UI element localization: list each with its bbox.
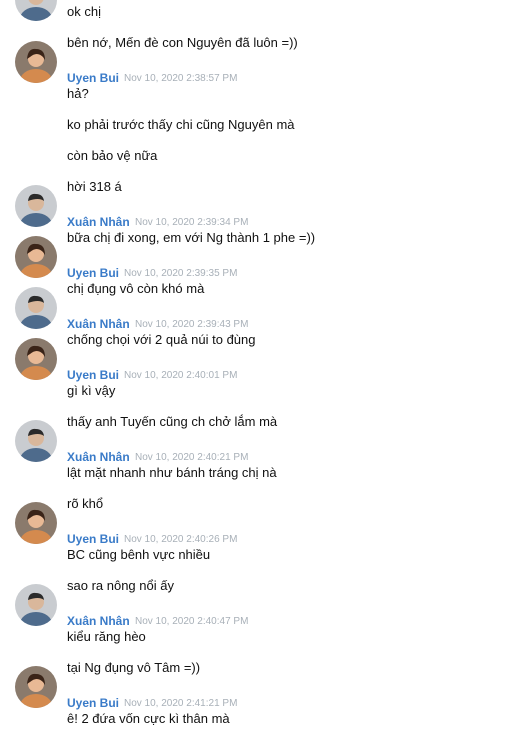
message-timestamp: Nov 10, 2020 2:41:21 PM (124, 698, 238, 709)
message-timestamp: Nov 10, 2020 2:38:57 PM (124, 73, 238, 84)
message-text: tại Ng đụng vô Tâm =)) (67, 660, 201, 675)
message-text: kiểu răng hèo (67, 629, 146, 644)
message-text: bên nớ, Mến đè con Nguyên đã luôn =)) (67, 35, 298, 50)
chat-log: ok chị bên nớ, Mến đè con Nguyên đã luôn … (0, 0, 525, 736)
user-avatar-uyen-icon[interactable] (15, 338, 57, 380)
user-avatar-nhan-icon[interactable] (15, 420, 57, 462)
sender-name[interactable]: Xuân Nhân (67, 215, 130, 229)
user-avatar-uyen-icon[interactable] (15, 236, 57, 278)
message-text: BC cũng bênh vực nhiều (67, 547, 211, 562)
sender-name[interactable]: Xuân Nhân (67, 450, 130, 464)
message-text: hời 318 á (67, 179, 122, 194)
message-text: ê! 2 đứa vốn cực kì thân mà (67, 711, 230, 726)
user-avatar-uyen-icon[interactable] (15, 41, 57, 83)
user-avatar-nhan-icon[interactable] (15, 0, 57, 21)
message-text: rõ khổ (67, 496, 104, 511)
message-text: ko phải trước thấy chi cũng Nguyên mà (67, 117, 295, 132)
message-text: ok chị (67, 4, 101, 19)
message-timestamp: Nov 10, 2020 2:40:21 PM (135, 452, 249, 463)
message-text: gì kì vậy (67, 383, 116, 398)
user-avatar-nhan-icon[interactable] (15, 287, 57, 329)
message-timestamp: Nov 10, 2020 2:39:34 PM (135, 217, 249, 228)
message-text: lật mặt nhanh như bánh tráng chị nà (67, 465, 277, 480)
sender-name[interactable]: Xuân Nhân (67, 614, 130, 628)
message-text: thấy anh Tuyến cũng ch chở lắm mà (67, 414, 278, 429)
sender-name[interactable]: Uyen Bui (67, 696, 119, 710)
message-text: còn bảo vệ nữa (67, 148, 158, 163)
user-avatar-uyen-icon[interactable] (15, 666, 57, 708)
user-avatar-nhan-icon[interactable] (15, 185, 57, 227)
message-timestamp: Nov 10, 2020 2:39:35 PM (124, 268, 238, 279)
message-timestamp: Nov 10, 2020 2:39:43 PM (135, 319, 249, 330)
message-timestamp: Nov 10, 2020 2:40:47 PM (135, 616, 249, 627)
sender-name[interactable]: Uyen Bui (67, 71, 119, 85)
message-timestamp: Nov 10, 2020 2:40:01 PM (124, 370, 238, 381)
sender-name[interactable]: Uyen Bui (67, 266, 119, 280)
sender-name[interactable]: Xuân Nhân (67, 317, 130, 331)
sender-name[interactable]: Uyen Bui (67, 368, 119, 382)
user-avatar-nhan-icon[interactable] (15, 584, 57, 626)
sender-name[interactable]: Uyen Bui (67, 532, 119, 546)
message-text: sao ra nông nổi ấy (67, 578, 174, 593)
message-text: chống chọi với 2 quả núi to đùng (67, 332, 256, 347)
message-text: hả? (67, 86, 89, 101)
message-text: chị đụng vô còn khó mà (67, 281, 205, 296)
message-timestamp: Nov 10, 2020 2:40:26 PM (124, 534, 238, 545)
message-text: bữa chị đi xong, em với Ng thành 1 phe =… (67, 230, 316, 245)
user-avatar-uyen-icon[interactable] (15, 502, 57, 544)
